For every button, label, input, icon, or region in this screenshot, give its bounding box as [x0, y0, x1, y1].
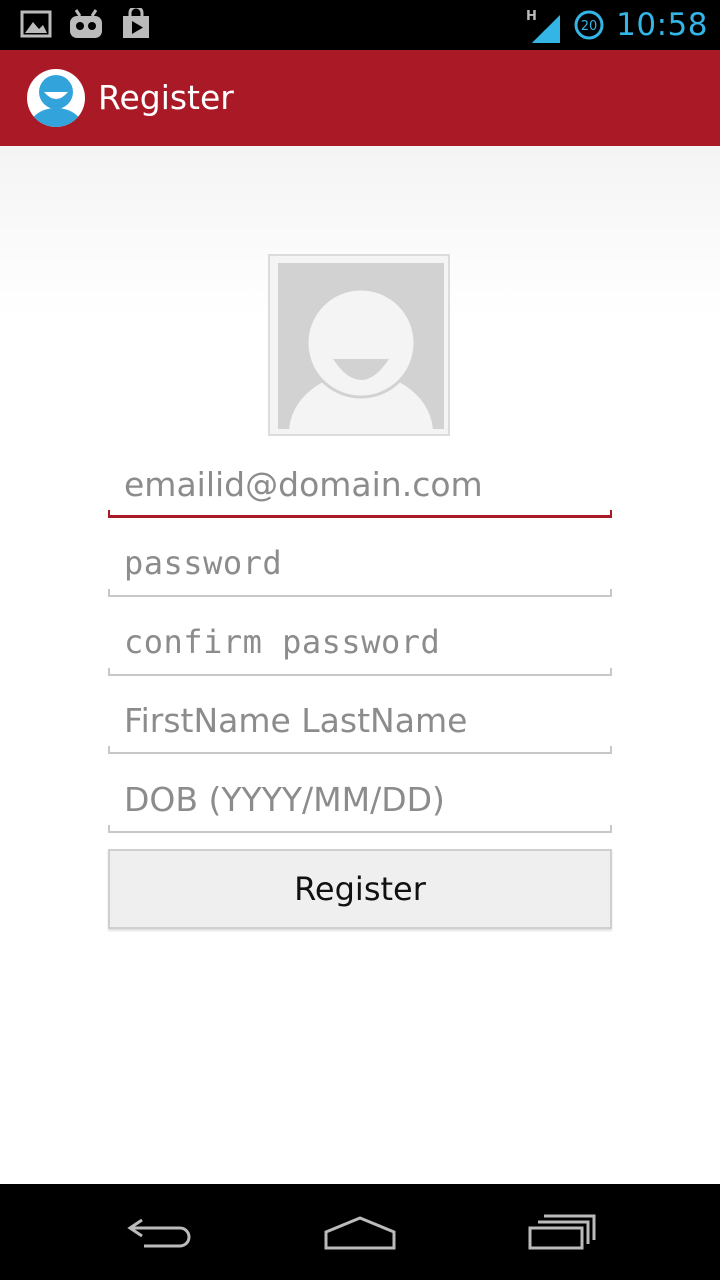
confirm-password-input[interactable]: [108, 614, 612, 670]
image-notification-icon: [20, 10, 52, 38]
signal-icon: H: [526, 9, 561, 43]
password-underline: [108, 589, 612, 597]
battery-circle-icon: 20: [574, 10, 604, 40]
password-field[interactable]: [108, 535, 612, 597]
full-name-field[interactable]: [108, 692, 612, 754]
recent-apps-button[interactable]: [482, 1184, 642, 1280]
confirm-password-underline: [108, 668, 612, 676]
app-logo-icon[interactable]: [26, 68, 86, 128]
badge-count: 20: [581, 19, 598, 34]
android-robot-icon: [70, 9, 102, 38]
home-button[interactable]: [280, 1184, 440, 1280]
system-status: H 20 10:58: [526, 0, 708, 50]
dob-underline: [108, 825, 612, 833]
default-avatar-icon: [278, 263, 444, 429]
email-input[interactable]: [108, 456, 612, 512]
email-field[interactable]: [108, 456, 612, 518]
action-bar: Register: [0, 50, 720, 146]
confirm-password-field[interactable]: [108, 614, 612, 676]
profile-photo-picker[interactable]: [268, 254, 450, 436]
page-title: Register: [98, 78, 234, 117]
full-name-input[interactable]: [108, 692, 612, 748]
play-store-icon: [123, 8, 149, 38]
dob-field[interactable]: [108, 771, 612, 833]
email-underline: [108, 510, 612, 518]
clock: 10:58: [616, 7, 708, 43]
status-bar: H 20 10:58: [0, 0, 720, 50]
back-button[interactable]: [80, 1184, 240, 1280]
recent-apps-icon: [528, 1214, 596, 1250]
dob-input[interactable]: [108, 771, 612, 827]
network-type-label: H: [526, 9, 537, 24]
password-input[interactable]: [108, 535, 612, 591]
notification-icons: [20, 8, 152, 40]
navigation-bar: [0, 1184, 720, 1280]
back-icon: [127, 1218, 191, 1248]
full-name-underline: [108, 746, 612, 754]
register-button[interactable]: Register: [108, 849, 612, 929]
home-icon: [324, 1216, 396, 1250]
